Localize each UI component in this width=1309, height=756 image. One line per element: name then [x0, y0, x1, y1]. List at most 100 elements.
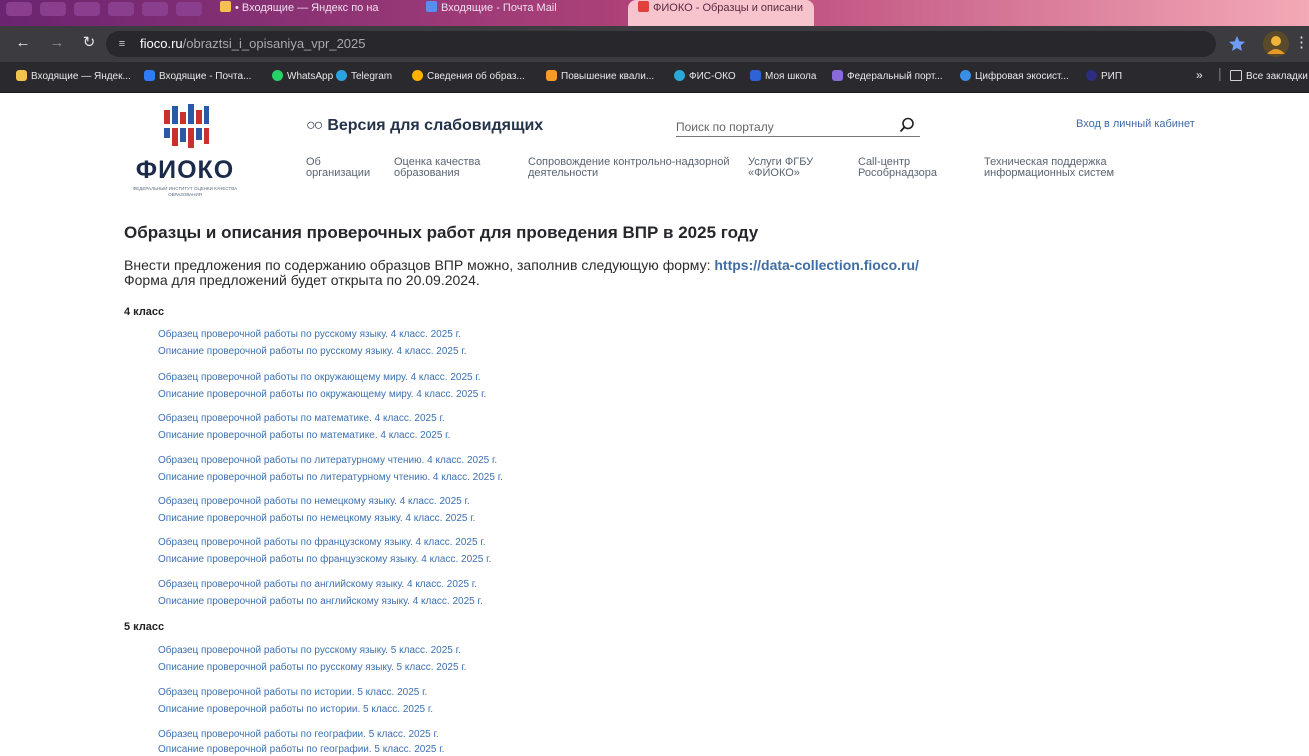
description-link-geography-5[interactable]: Описание проверочной работы по географии…	[158, 743, 444, 756]
portal-search-input[interactable]	[676, 118, 920, 137]
nav-item-supervision-support[interactable]: Сопровождение контрольно-надзорной деяте…	[528, 157, 730, 179]
fioco-logo-icon[interactable]	[162, 104, 210, 150]
grade-heading-5: 5 класс	[124, 621, 165, 633]
bookmark-label: Входящие - Почта...	[159, 71, 252, 82]
pinned-tab[interactable]	[6, 2, 32, 16]
personal-account-login-link[interactable]: Вход в личный кабинет	[1076, 117, 1195, 131]
back-arrow-icon[interactable]: ←	[12, 33, 34, 53]
bookmark-item[interactable]: Федеральный порт...	[832, 70, 943, 84]
bookmark-item[interactable]: Моя школа	[750, 70, 816, 84]
bookmark-item[interactable]: Входящие - Почта...	[144, 70, 251, 84]
bookmark-label: Telegram	[351, 71, 393, 82]
sample-link-french-4[interactable]: Образец проверочной работы по французско…	[158, 536, 486, 549]
bookmark-label: WhatsApp	[287, 71, 334, 82]
all-bookmarks-button[interactable]: Все закладки	[1230, 70, 1308, 84]
bookmark-label: Цифровая экосист...	[975, 71, 1069, 82]
telegram-icon	[336, 70, 347, 81]
forward-arrow-icon[interactable]: →	[46, 33, 68, 53]
browser-tab-yandex-mail[interactable]: • Входящие — Яндекс по на	[220, 0, 410, 26]
pinned-tab[interactable]	[40, 2, 66, 16]
url-path: /obraztsi_i_opisaniya_vpr_2025	[182, 36, 366, 51]
low-vision-version-link[interactable]: ○○ Версия для слабовидящих	[306, 116, 543, 136]
bookmark-favicon-icon	[1086, 70, 1097, 81]
browser-tab-mail-ru[interactable]: Входящие - Почта Mail	[426, 0, 606, 26]
bookmark-favicon-icon	[832, 70, 843, 81]
sample-link-math-4[interactable]: Образец проверочной работы по математике…	[158, 412, 445, 425]
logo-subtitle: Федеральный институт оценки качества обр…	[132, 186, 238, 197]
nav-item-tech-support[interactable]: Техническая поддержка информационных сис…	[984, 157, 1114, 179]
bookmark-label: Моя школа	[765, 71, 817, 82]
browser-menu-icon[interactable]: ⋮	[1294, 33, 1309, 53]
pinned-tab[interactable]	[176, 2, 202, 16]
site-info-icon[interactable]: ≡	[114, 36, 130, 52]
description-link-literature-4[interactable]: Описание проверочной работы по литератур…	[158, 471, 503, 484]
address-toolbar: ← → ↻ ≡ fioco.ru/obraztsi_i_opisaniya_vp…	[0, 26, 1309, 62]
tab-title: Входящие - Почта Mail	[441, 2, 557, 14]
url-bar[interactable]: ≡ fioco.ru/obraztsi_i_opisaniya_vpr_2025	[106, 31, 1216, 57]
bookmarks-bar: Входящие — Яндек... Входящие - Почта... …	[0, 62, 1309, 93]
page-title: Образцы и описания проверочных работ для…	[124, 223, 759, 242]
tab-title: • Входящие — Яндекс по на	[235, 2, 379, 14]
description-link-french-4[interactable]: Описание проверочной работы по французск…	[158, 553, 491, 566]
sample-link-history-5[interactable]: Образец проверочной работы по истории. 5…	[158, 686, 427, 699]
sample-link-geography-5[interactable]: Образец проверочной работы по географии.…	[158, 728, 439, 741]
nav-item-about[interactable]: Об организации	[306, 157, 370, 179]
description-link-math-4[interactable]: Описание проверочной работы по математик…	[158, 429, 450, 442]
search-icon[interactable]	[898, 116, 916, 134]
sample-link-german-4[interactable]: Образец проверочной работы по немецкому …	[158, 495, 470, 508]
browser-tab-fioco[interactable]: ФИОКО - Образцы и описани	[628, 0, 814, 26]
intro-sentence: Внести предложения по содержанию образцо…	[124, 257, 715, 273]
bookmark-item[interactable]: Цифровая экосист...	[960, 70, 1069, 84]
nav-item-services[interactable]: Услуги ФГБУ «ФИОКО»	[748, 157, 813, 179]
description-link-german-4[interactable]: Описание проверочной работы по немецкому…	[158, 512, 475, 525]
folder-icon	[1230, 70, 1242, 81]
tab-favicon-icon	[426, 1, 437, 12]
bookmark-star-icon[interactable]	[1226, 33, 1248, 55]
tab-favicon-icon	[220, 1, 231, 12]
nav-item-call-center[interactable]: Call-центр Рособрнадзора	[858, 157, 937, 179]
tab-title: ФИОКО - Образцы и описани	[653, 2, 803, 14]
sample-link-russian-4[interactable]: Образец проверочной работы по русскому я…	[158, 328, 461, 341]
pinned-tab[interactable]	[108, 2, 134, 16]
intro-text: Внести предложения по содержанию образцо…	[124, 258, 919, 288]
bookmark-favicon-icon	[546, 70, 557, 81]
description-link-russian-5[interactable]: Описание проверочной работы по русскому …	[158, 661, 467, 674]
pinned-tab[interactable]	[74, 2, 100, 16]
profile-avatar-icon[interactable]	[1262, 30, 1290, 58]
url-text[interactable]: fioco.ru/obraztsi_i_opisaniya_vpr_2025	[140, 36, 366, 52]
bookmark-item[interactable]: РИП	[1086, 70, 1122, 84]
bookmark-item[interactable]: Повышение квали...	[546, 70, 654, 84]
low-vision-label: Версия для слабовидящих	[327, 117, 544, 134]
description-link-russian-4[interactable]: Описание проверочной работы по русскому …	[158, 345, 467, 358]
tab-favicon-icon	[638, 1, 649, 12]
reload-icon[interactable]: ↻	[78, 33, 100, 53]
form-open-notice: Форма для предложений будет открыта по 2…	[124, 272, 480, 288]
sample-link-world-4[interactable]: Образец проверочной работы по окружающем…	[158, 371, 481, 384]
bookmarks-divider: |	[1218, 65, 1222, 81]
description-link-english-4[interactable]: Описание проверочной работы по английско…	[158, 595, 483, 608]
bookmark-item[interactable]: ФИС-ОКО	[674, 70, 736, 84]
bookmarks-overflow-button[interactable]: »	[1196, 68, 1203, 82]
sample-link-russian-5[interactable]: Образец проверочной работы по русскому я…	[158, 644, 461, 657]
bookmark-label: Сведения об образ...	[427, 71, 525, 82]
bookmark-label: РИП	[1101, 71, 1123, 82]
nav-item-quality-assessment[interactable]: Оценка качества образования	[394, 157, 480, 179]
data-collection-link[interactable]: https://data-collection.fioco.ru/	[714, 257, 919, 273]
grade-heading-4: 4 класс	[124, 306, 165, 318]
bookmark-favicon-icon	[412, 70, 423, 81]
logo-text[interactable]: ФИОКО	[126, 155, 244, 185]
bookmark-item[interactable]: Входящие — Яндек...	[16, 70, 131, 84]
bookmark-label: Федеральный порт...	[847, 71, 943, 82]
bookmark-item[interactable]: Сведения об образ...	[412, 70, 525, 84]
whatsapp-icon	[272, 70, 283, 81]
sample-link-literature-4[interactable]: Образец проверочной работы по литературн…	[158, 454, 497, 467]
all-bookmarks-label: Все закладки	[1246, 71, 1308, 82]
bookmark-item[interactable]: WhatsApp	[272, 70, 333, 84]
bookmark-favicon-icon	[960, 70, 971, 81]
bookmark-favicon-icon	[674, 70, 685, 81]
description-link-history-5[interactable]: Описание проверочной работы по истории. …	[158, 703, 433, 716]
pinned-tab[interactable]	[142, 2, 168, 16]
bookmark-item[interactable]: Telegram	[336, 70, 392, 84]
description-link-world-4[interactable]: Описание проверочной работы по окружающе…	[158, 388, 486, 401]
sample-link-english-4[interactable]: Образец проверочной работы по английском…	[158, 578, 477, 591]
